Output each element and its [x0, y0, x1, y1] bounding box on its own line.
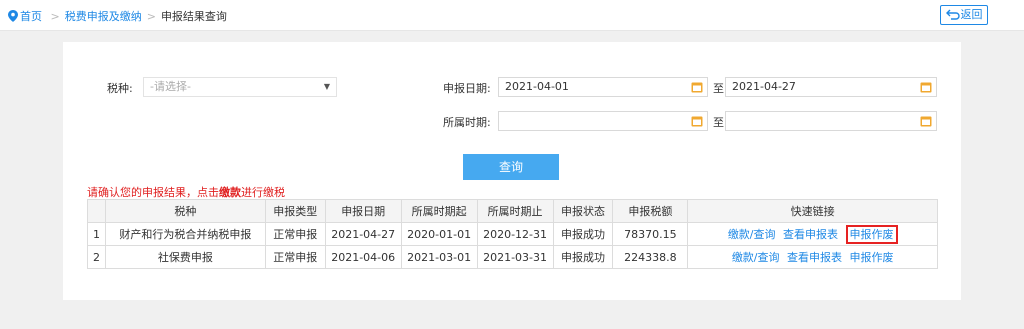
notice-bold: 缴款 [219, 186, 241, 199]
notice-text: 请确认您的申报结果，点击缴款进行缴税 [87, 184, 285, 200]
declare-date-start-value: 2021-04-01 [505, 80, 569, 93]
query-button[interactable]: 查询 [463, 154, 559, 180]
table-row: 2 社保费申报 正常申报 2021-04-06 2021-03-01 2021-… [87, 245, 938, 269]
tax-name-cell: 财产和行为税合并纳税申报 [104, 222, 266, 246]
quick-links-cell: 缴款/查询 查看申报表 申报作废 [687, 245, 938, 269]
tax-name-cell: 社保费申报 [104, 245, 266, 269]
location-pin-icon [8, 10, 18, 22]
status-cell: 申报成功 [552, 222, 614, 246]
row-index: 1 [87, 222, 106, 246]
void-return-link[interactable]: 申报作废 [845, 225, 898, 244]
declare-date-cell: 2021-04-27 [324, 222, 402, 246]
column-header: 所属时期起 [400, 199, 478, 223]
table-row: 1 财产和行为税合并纳税申报 正常申报 2021-04-27 2020-01-0… [87, 222, 938, 246]
declare-date-cell: 2021-04-06 [324, 245, 402, 269]
declare-type-cell: 正常申报 [264, 245, 326, 269]
period-start-input[interactable] [498, 111, 708, 131]
declare-date-end-input[interactable]: 2021-04-27 [725, 77, 937, 97]
amount-cell: 224338.8 [612, 245, 689, 269]
quick-links-cell: 缴款/查询 查看申报表 申报作废 [687, 222, 938, 246]
tax-type-placeholder: -请选择- [150, 80, 191, 93]
pay-query-link[interactable]: 缴款/查询 [732, 251, 780, 264]
period-start-cell: 2020-01-01 [400, 222, 478, 246]
column-header: 申报日期 [324, 199, 402, 223]
tax-type-select[interactable]: -请选择- ▼ [143, 77, 337, 97]
column-header [87, 199, 106, 223]
column-header: 申报状态 [552, 199, 614, 223]
tax-type-label: 税种: [107, 82, 133, 95]
breadcrumb-current: 申报结果查询 [160, 10, 227, 23]
top-bar: 首页 > 税费申报及缴纳 > 申报结果查询 返回 [0, 0, 1024, 31]
chevron-down-icon: ▼ [323, 82, 330, 91]
period-to-label: 至 [713, 116, 724, 129]
void-return-link[interactable]: 申报作废 [850, 251, 894, 264]
breadcrumb-home[interactable]: 首页 [8, 10, 46, 23]
period-end-input[interactable] [725, 111, 937, 131]
date-to-label: 至 [713, 82, 724, 95]
column-header: 快速链接 [687, 199, 938, 223]
amount-cell: 78370.15 [612, 222, 689, 246]
column-header: 申报税额 [612, 199, 689, 223]
breadcrumb-separator: > [50, 10, 60, 23]
column-header: 申报类型 [264, 199, 326, 223]
breadcrumb-separator: > [146, 10, 156, 23]
period-start-cell: 2021-03-01 [400, 245, 478, 269]
notice-before: 请确认您的申报结果，点击 [87, 186, 219, 199]
table-header-row: 税种 申报类型 申报日期 所属时期起 所属时期止 申报状态 申报税额 快速链接 [87, 199, 938, 223]
breadcrumb: 首页 > 税费申报及缴纳 > 申报结果查询 [8, 8, 227, 24]
period-end-cell: 2020-12-31 [476, 222, 554, 246]
column-header: 税种 [104, 199, 266, 223]
back-button[interactable]: 返回 [940, 5, 988, 25]
row-index: 2 [87, 245, 106, 269]
breadcrumb-home-label: 首页 [20, 10, 42, 23]
calendar-icon[interactable] [691, 81, 703, 93]
back-button-label: 返回 [960, 8, 983, 21]
result-table: 税种 申报类型 申报日期 所属时期起 所属时期止 申报状态 申报税额 快速链接 … [87, 199, 938, 269]
declare-type-cell: 正常申报 [264, 222, 326, 246]
breadcrumb-level1[interactable]: 税费申报及缴纳 [65, 10, 142, 23]
query-panel: 税种: -请选择- ▼ 申报日期: 2021-04-01 至 2021-04-2… [63, 42, 961, 300]
view-return-link[interactable]: 查看申报表 [783, 228, 838, 241]
view-return-link[interactable]: 查看申报表 [787, 251, 842, 264]
pay-query-link[interactable]: 缴款/查询 [728, 228, 776, 241]
column-header: 所属时期止 [476, 199, 554, 223]
status-cell: 申报成功 [552, 245, 614, 269]
notice-after: 进行缴税 [241, 186, 285, 199]
calendar-icon[interactable] [920, 81, 932, 93]
declare-date-start-input[interactable]: 2021-04-01 [498, 77, 708, 97]
calendar-icon[interactable] [920, 115, 932, 127]
declare-date-label: 申报日期: [443, 82, 491, 95]
calendar-icon[interactable] [691, 115, 703, 127]
period-label: 所属时期: [443, 116, 491, 129]
period-end-cell: 2021-03-31 [476, 245, 554, 269]
declare-date-end-value: 2021-04-27 [732, 80, 796, 93]
return-arrow-icon [945, 9, 960, 20]
